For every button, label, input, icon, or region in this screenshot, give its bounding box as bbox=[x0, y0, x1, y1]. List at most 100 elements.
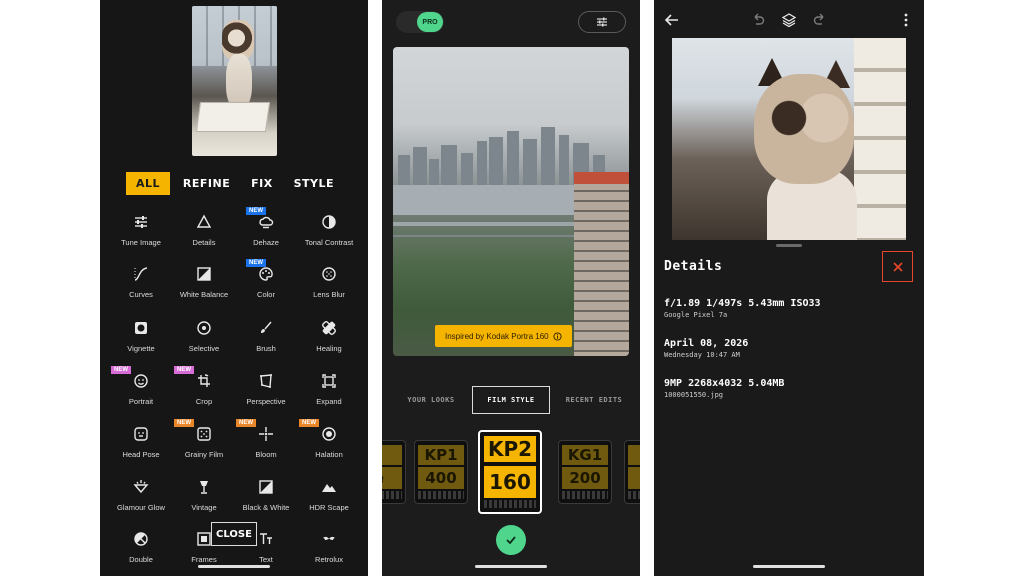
tool-color[interactable]: NEW Color bbox=[234, 259, 298, 312]
film-card-kp2-selected[interactable]: KP2 160 bbox=[478, 430, 542, 514]
tool-curves[interactable]: Curves bbox=[109, 266, 173, 312]
face-icon bbox=[134, 374, 148, 388]
building bbox=[574, 172, 629, 356]
info-icon bbox=[553, 331, 562, 341]
tool-label: Frames bbox=[191, 555, 217, 564]
grain-icon bbox=[197, 427, 211, 441]
tab-film-style[interactable]: FILM STYLE bbox=[472, 386, 550, 414]
tool-label: Dehaze bbox=[253, 238, 279, 247]
sliders-icon bbox=[597, 17, 607, 27]
tool-grainy-film[interactable]: NEW Grainy Film bbox=[172, 419, 236, 472]
tool-label: Portrait bbox=[128, 397, 154, 406]
tool-expand[interactable]: Expand bbox=[297, 373, 361, 419]
tool-label: Head Pose bbox=[122, 450, 160, 459]
tool-black-white[interactable]: Black & White bbox=[234, 479, 298, 525]
sliders-icon bbox=[135, 216, 147, 228]
tool-label: White Balance bbox=[179, 290, 229, 299]
perspective-icon bbox=[260, 374, 272, 388]
device-name: Google Pixel 7a bbox=[664, 311, 728, 319]
bandage-icon bbox=[322, 321, 336, 335]
tab-all[interactable]: ALL bbox=[126, 171, 171, 195]
tool-brush[interactable]: Brush bbox=[234, 320, 298, 366]
tool-label: HDR Scape bbox=[309, 503, 349, 512]
tools-screen: ALL REFINE FIX STYLE Tune Image Details NE… bbox=[100, 0, 368, 576]
pro-toggle[interactable]: PRO bbox=[396, 11, 444, 33]
photo-thumbnail[interactable] bbox=[192, 6, 277, 156]
close-details-button[interactable] bbox=[882, 251, 913, 282]
film-card-kp1[interactable]: KP1 400 bbox=[414, 440, 468, 504]
new-badge: NEW bbox=[111, 366, 131, 374]
new-badge: NEW bbox=[174, 419, 194, 427]
tool-healing[interactable]: Healing bbox=[297, 320, 361, 366]
exif-values: f/1.89 1/497s 5.43mm ISO33 bbox=[664, 298, 821, 309]
tool-label: Brush bbox=[256, 344, 276, 353]
close-icon bbox=[892, 261, 903, 272]
tool-bloom[interactable]: NEW Bloom bbox=[234, 419, 298, 472]
tool-tonal-contrast[interactable]: Tonal Contrast bbox=[297, 214, 361, 260]
tab-your-looks[interactable]: YOUR LOOKS bbox=[396, 386, 466, 414]
tool-selective[interactable]: Selective bbox=[172, 320, 236, 366]
more-menu-icon[interactable] bbox=[898, 12, 914, 28]
tool-tune-image[interactable]: Tune Image bbox=[109, 214, 173, 260]
film-card-kg1[interactable]: KG1 200 bbox=[558, 440, 612, 504]
new-badge: NEW bbox=[236, 419, 256, 427]
tool-dehaze[interactable]: NEW Dehaze bbox=[234, 207, 298, 260]
tool-retrolux[interactable]: Retrolux bbox=[297, 531, 361, 576]
details-title: Details bbox=[664, 259, 723, 274]
film-speed: E bbox=[628, 467, 640, 489]
film-code: KP1 bbox=[418, 445, 464, 465]
redo-icon[interactable] bbox=[812, 12, 828, 28]
sheet-drag-handle[interactable] bbox=[776, 244, 802, 247]
tool-label: Vintage bbox=[191, 503, 217, 512]
tool-label: Details bbox=[192, 238, 216, 247]
tool-double[interactable]: Double bbox=[109, 531, 173, 576]
tool-portrait[interactable]: NEW Portrait bbox=[109, 366, 173, 419]
tool-vignette[interactable]: Vignette bbox=[109, 320, 173, 366]
file-name: 1000051550.jpg bbox=[664, 391, 724, 399]
tool-label: Vignette bbox=[127, 344, 155, 353]
tool-white-balance[interactable]: White Balance bbox=[172, 266, 236, 312]
undo-icon[interactable] bbox=[750, 12, 766, 28]
tab-refine[interactable]: REFINE bbox=[175, 172, 238, 195]
text-icon bbox=[260, 533, 272, 544]
tool-halation[interactable]: NEW Halation bbox=[297, 419, 361, 472]
tool-label: Color bbox=[257, 290, 275, 299]
back-arrow-icon[interactable] bbox=[664, 12, 680, 28]
tool-crop[interactable]: NEW Crop bbox=[172, 366, 236, 419]
expand-icon bbox=[322, 374, 336, 388]
tool-lens-blur[interactable]: Lens Blur bbox=[297, 266, 361, 312]
brush-icon bbox=[261, 321, 272, 333]
tool-head-pose[interactable]: Head Pose bbox=[109, 426, 173, 472]
home-indicator bbox=[198, 565, 270, 568]
tool-label: Grainy Film bbox=[184, 450, 224, 459]
film-speed: 200 bbox=[562, 467, 608, 489]
photo-preview bbox=[672, 38, 906, 240]
close-button[interactable]: CLOSE bbox=[211, 522, 257, 546]
film-card[interactable]: e bbox=[382, 440, 406, 504]
adjust-button[interactable] bbox=[578, 11, 626, 33]
pro-label: PRO bbox=[417, 12, 443, 32]
tab-style[interactable]: STYLE bbox=[286, 172, 342, 195]
tool-details[interactable]: Details bbox=[172, 214, 236, 260]
tool-perspective[interactable]: Perspective bbox=[234, 373, 298, 419]
triangle-icon bbox=[196, 214, 212, 228]
tab-recent-edits[interactable]: RECENT EDITS bbox=[556, 386, 632, 414]
tab-fix[interactable]: FIX bbox=[243, 172, 281, 195]
date-info: April 08, 2026 Wednesday 10:47 AM bbox=[664, 338, 748, 359]
tool-vintage[interactable]: Vintage bbox=[172, 479, 236, 525]
tool-label: Halation bbox=[315, 450, 343, 459]
apply-button[interactable] bbox=[496, 525, 526, 555]
tool-glamour-glow[interactable]: Glamour Glow bbox=[109, 479, 173, 525]
new-badge: NEW bbox=[246, 207, 266, 215]
film-card-partial[interactable]: K E bbox=[624, 440, 640, 504]
tool-label: Double bbox=[129, 555, 153, 564]
tool-label: Selective bbox=[188, 344, 220, 353]
tool-label: Curves bbox=[129, 290, 153, 299]
layers-icon[interactable] bbox=[781, 12, 797, 28]
white-balance-icon bbox=[197, 267, 211, 281]
film-code: KG1 bbox=[562, 445, 608, 465]
tool-label: Lens Blur bbox=[313, 290, 345, 299]
tool-hdr-scape[interactable]: HDR Scape bbox=[297, 479, 361, 525]
inspired-chip[interactable]: Inspired by Kodak Portra 160 bbox=[435, 325, 572, 347]
tool-label: Glamour Glow bbox=[117, 503, 165, 512]
